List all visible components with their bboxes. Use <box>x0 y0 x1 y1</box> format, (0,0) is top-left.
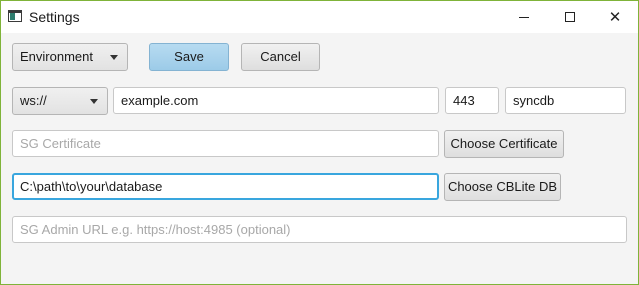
maximize-button[interactable] <box>547 1 593 33</box>
sg-admin-url-field[interactable]: SG Admin URL e.g. https://host:4985 (opt… <box>12 216 627 243</box>
sg-admin-url-placeholder: SG Admin URL e.g. https://host:4985 (opt… <box>20 222 291 237</box>
close-button[interactable]: ✕ <box>592 1 638 33</box>
database-name-value: syncdb <box>513 93 555 108</box>
host-field-value: example.com <box>121 93 199 108</box>
close-icon: ✕ <box>608 9 622 26</box>
chevron-down-icon <box>90 99 98 104</box>
port-field-value: 443 <box>453 93 475 108</box>
minimize-icon <box>519 16 529 18</box>
chevron-down-icon <box>110 55 118 60</box>
choose-cblite-db-label: Choose CBLite DB <box>447 179 558 194</box>
window-title: Settings <box>29 9 80 25</box>
scheme-dropdown-value: ws:// <box>20 93 47 108</box>
cancel-button-label: Cancel <box>260 49 301 64</box>
cancel-button[interactable]: Cancel <box>241 43 320 71</box>
choose-certificate-label: Choose Certificate <box>450 136 558 151</box>
settings-window: Settings ✕ Environment Save Cancel ws://… <box>0 0 639 285</box>
cblite-db-path-field[interactable]: C:\path\to\your\database <box>12 173 439 200</box>
scheme-dropdown[interactable]: ws:// <box>12 87 108 115</box>
host-field[interactable]: example.com <box>113 87 439 114</box>
save-button-label: Save <box>174 49 204 64</box>
title-bar[interactable]: Settings ✕ <box>1 1 638 33</box>
app-window-icon <box>8 10 22 22</box>
maximize-icon <box>565 12 575 22</box>
sg-certificate-field[interactable]: SG Certificate <box>12 130 439 157</box>
minimize-button[interactable] <box>501 1 547 33</box>
choose-cblite-db-button[interactable]: Choose CBLite DB <box>444 173 561 201</box>
port-field[interactable]: 443 <box>445 87 499 114</box>
environment-dropdown[interactable]: Environment <box>12 43 128 71</box>
cblite-db-path-value: C:\path\to\your\database <box>20 179 163 194</box>
database-name-field[interactable]: syncdb <box>505 87 626 114</box>
environment-dropdown-label: Environment <box>20 49 93 64</box>
choose-certificate-button[interactable]: Choose Certificate <box>444 130 564 158</box>
sg-certificate-placeholder: SG Certificate <box>20 136 101 151</box>
save-button[interactable]: Save <box>149 43 229 71</box>
